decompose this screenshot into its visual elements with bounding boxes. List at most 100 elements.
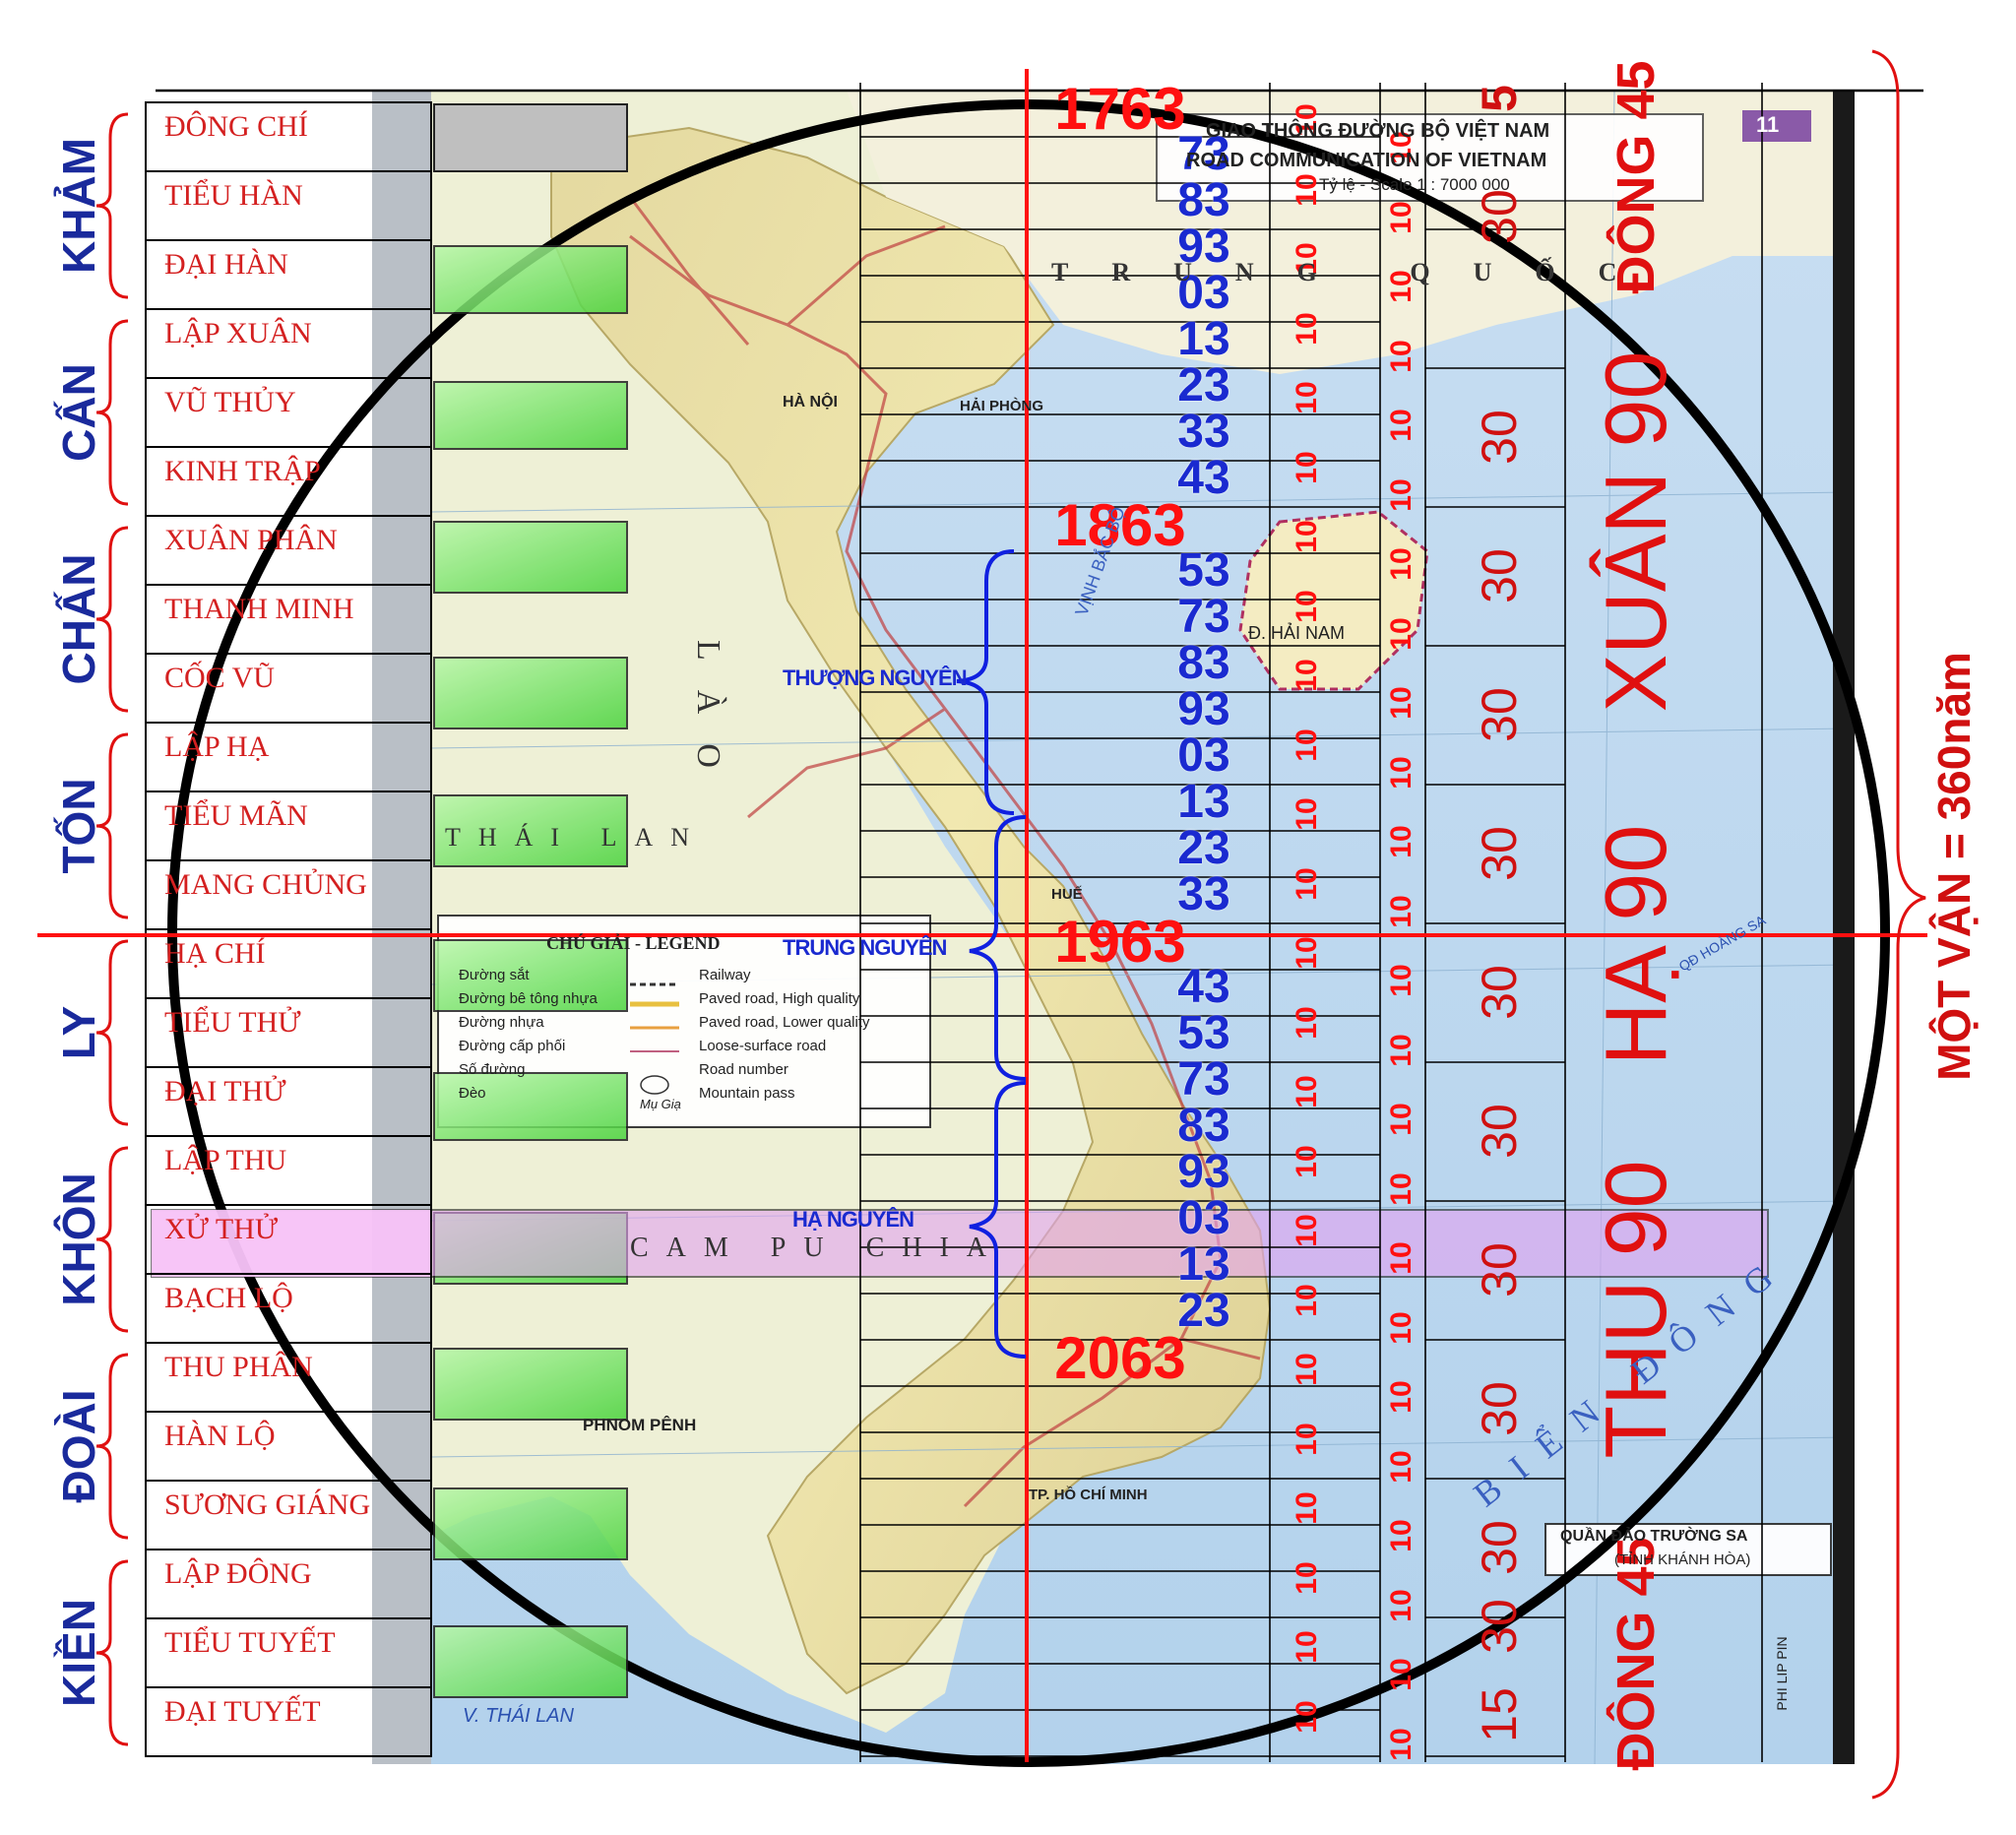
ten-label-b-4: 10 (1385, 409, 1418, 442)
ten-label-a-8: 10 (1291, 659, 1323, 692)
season-ha: HẠ 90 (1587, 824, 1684, 1066)
solar-term-1: TIỂU HÀN (164, 179, 303, 212)
solar-term-2: ĐẠI HÀN (164, 248, 288, 281)
legend-vn-1: Đường bê tông nhựa (459, 990, 598, 1007)
solar-term-6: XUÂN PHÂN (164, 524, 338, 556)
ten-label-b-20: 10 (1385, 1519, 1418, 1552)
thirty-label-3: 30 (1472, 548, 1527, 603)
ten-label-a-6: 10 (1291, 520, 1323, 553)
yuan-ha: HẠ NGUYÊN (792, 1207, 914, 1232)
ten-label-a-15: 10 (1291, 1144, 1323, 1178)
five-top-label: 5 (1472, 85, 1527, 112)
ten-label-a-12: 10 (1291, 936, 1323, 970)
legend-en-5: Mountain pass (699, 1085, 795, 1102)
solar-term-4: VŨ THỦY (164, 386, 296, 418)
map-label-v-thai-lan: V. THÁI LAN (463, 1705, 574, 1727)
ten-label-b-17: 10 (1385, 1310, 1418, 1345)
ten-label-b-18: 10 (1385, 1380, 1418, 1414)
ten-label-a-14: 10 (1291, 1075, 1323, 1108)
solar-term-18: THU PHÂN (164, 1351, 313, 1383)
ten-label-a-19: 10 (1291, 1422, 1323, 1456)
solar-term-7: THANH MINH (164, 593, 354, 625)
ten-label-a-7: 10 (1291, 589, 1323, 623)
legend-title: CHÚ GIẢI - LEGEND (546, 933, 721, 953)
ten-label-a-21: 10 (1291, 1560, 1323, 1595)
thirty-top-label: 30 (1472, 189, 1527, 244)
map-label-khanh-hoa: (TỈNH KHÁNH HÒA) (1614, 1551, 1751, 1568)
map-label-phi-lip-pin: PHI LIP PIN (1774, 1636, 1790, 1711)
solar-term-10: TIỂU MÃN (164, 799, 308, 832)
season-xuan: XUÂN 90 (1587, 350, 1684, 713)
legend-vn-5: Đèo (459, 1085, 486, 1102)
ten-label-b-22: 10 (1385, 1658, 1418, 1691)
solar-term-12: HẠ CHÍ (164, 937, 266, 970)
ten-label-b-13: 10 (1385, 1033, 1418, 1067)
map-label-cam-pu-chia: CAM PU CHIA (630, 1233, 1005, 1263)
solar-term-20: SƯƠNG GIÁNG (164, 1488, 371, 1521)
solar-term-15: LẬP THU (164, 1144, 287, 1176)
van-label: MỘT VẬN = 360năm (1928, 652, 1980, 1081)
ten-label-b-6: 10 (1385, 547, 1418, 581)
legend-vn-0: Đường sắt (459, 967, 530, 983)
ten-label-a-18: 10 (1291, 1353, 1323, 1386)
ten-label-b-1: 10 (1385, 200, 1418, 234)
map-label-lao: LÀO (690, 640, 726, 797)
trigram-label-5: KHÔN (53, 1172, 104, 1306)
map-label-hue: HUẾ (1051, 886, 1083, 903)
trigram-label-2: CHẤN (53, 553, 104, 685)
ten-label-a-22: 10 (1291, 1630, 1323, 1664)
ten-label-b-7: 10 (1385, 616, 1418, 651)
legend-vn-3: Đường cấp phối (459, 1038, 566, 1054)
thirty-label-6: 30 (1472, 965, 1527, 1020)
map-scale: Tỷ lệ - Scale 1 : 7000 000 (1319, 175, 1510, 194)
trigram-label-4: LY (53, 1005, 104, 1060)
legend-en-1: Paved road, High quality (699, 990, 860, 1007)
map-label-hai-phong: HẢI PHÒNG (960, 398, 1044, 414)
year-big-2: 1963 (1054, 909, 1186, 975)
ten-label-a-10: 10 (1291, 797, 1323, 831)
ten-label-a-11: 10 (1291, 866, 1323, 901)
map-title-2: ROAD COMMUNICATION OF VIETNAM (1186, 150, 1547, 171)
legend-vn-2: Đường nhựa (459, 1014, 544, 1031)
solar-term-5: KINH TRẬP (164, 455, 321, 487)
thirty-label-9: 30 (1472, 1381, 1527, 1436)
ten-label-b-21: 10 (1385, 1588, 1418, 1622)
solar-term-19: HÀN LỘ (164, 1420, 276, 1452)
thirty-label-10: 30 (1472, 1520, 1527, 1575)
ten-label-b-15: 10 (1385, 1171, 1418, 1206)
solar-term-9: LẬP HẠ (164, 730, 270, 763)
ten-label-a-23: 10 (1291, 1699, 1323, 1734)
map-label-thai-lan: THÁI LAN (445, 823, 708, 852)
ten-label-b-8: 10 (1385, 686, 1418, 720)
trigram-label-3: TỐN (53, 778, 104, 874)
solar-term-8: CỐC VŨ (164, 662, 275, 694)
ten-label-b-9: 10 (1385, 755, 1418, 790)
ten-label-a-9: 10 (1291, 728, 1323, 762)
solar-term-0: ĐÔNG CHÍ (164, 110, 308, 143)
year-big-0: 1763 (1054, 76, 1186, 142)
ten-label-b-5: 10 (1385, 477, 1418, 512)
ten-label-a-5: 10 (1291, 450, 1323, 484)
ten-label-b-19: 10 (1385, 1449, 1418, 1484)
year-big-3: 2063 (1054, 1325, 1186, 1391)
yuan-trung: TRUNG NGUYÊN (783, 935, 947, 960)
map-label-phnom-penh: PHNOM PÊNH (583, 1416, 697, 1434)
trigram-label-6: ĐOÀI (53, 1389, 104, 1503)
ten-label-b-11: 10 (1385, 894, 1418, 928)
ten-label-a-17: 10 (1291, 1283, 1323, 1317)
fifteen-bottom-label: 15 (1472, 1687, 1527, 1742)
season-dong-bottom: ĐÔNG 45 (1606, 1537, 1666, 1771)
ten-label-a-16: 10 (1291, 1214, 1323, 1247)
ten-label-b-12: 10 (1385, 964, 1418, 997)
ten-label-b-14: 10 (1385, 1103, 1418, 1136)
thirty-label-4: 30 (1472, 687, 1527, 742)
thirty-label-5: 30 (1472, 826, 1527, 881)
yuan-thuong: THƯỢNG NGUYÊN (783, 665, 968, 690)
ten-label-a-20: 10 (1291, 1491, 1323, 1525)
legend-en-3: Loose-surface road (699, 1038, 827, 1054)
solar-term-23: ĐẠI TUYẾT (164, 1695, 321, 1728)
map-label-hai-nam: Đ. HẢI NAM (1248, 623, 1346, 643)
map-label-trung-quoc: TRUNG QUỐC (1051, 258, 1661, 286)
thirty-label-7: 30 (1472, 1104, 1527, 1159)
solar-term-21: LẬP ĐÔNG (164, 1557, 312, 1590)
